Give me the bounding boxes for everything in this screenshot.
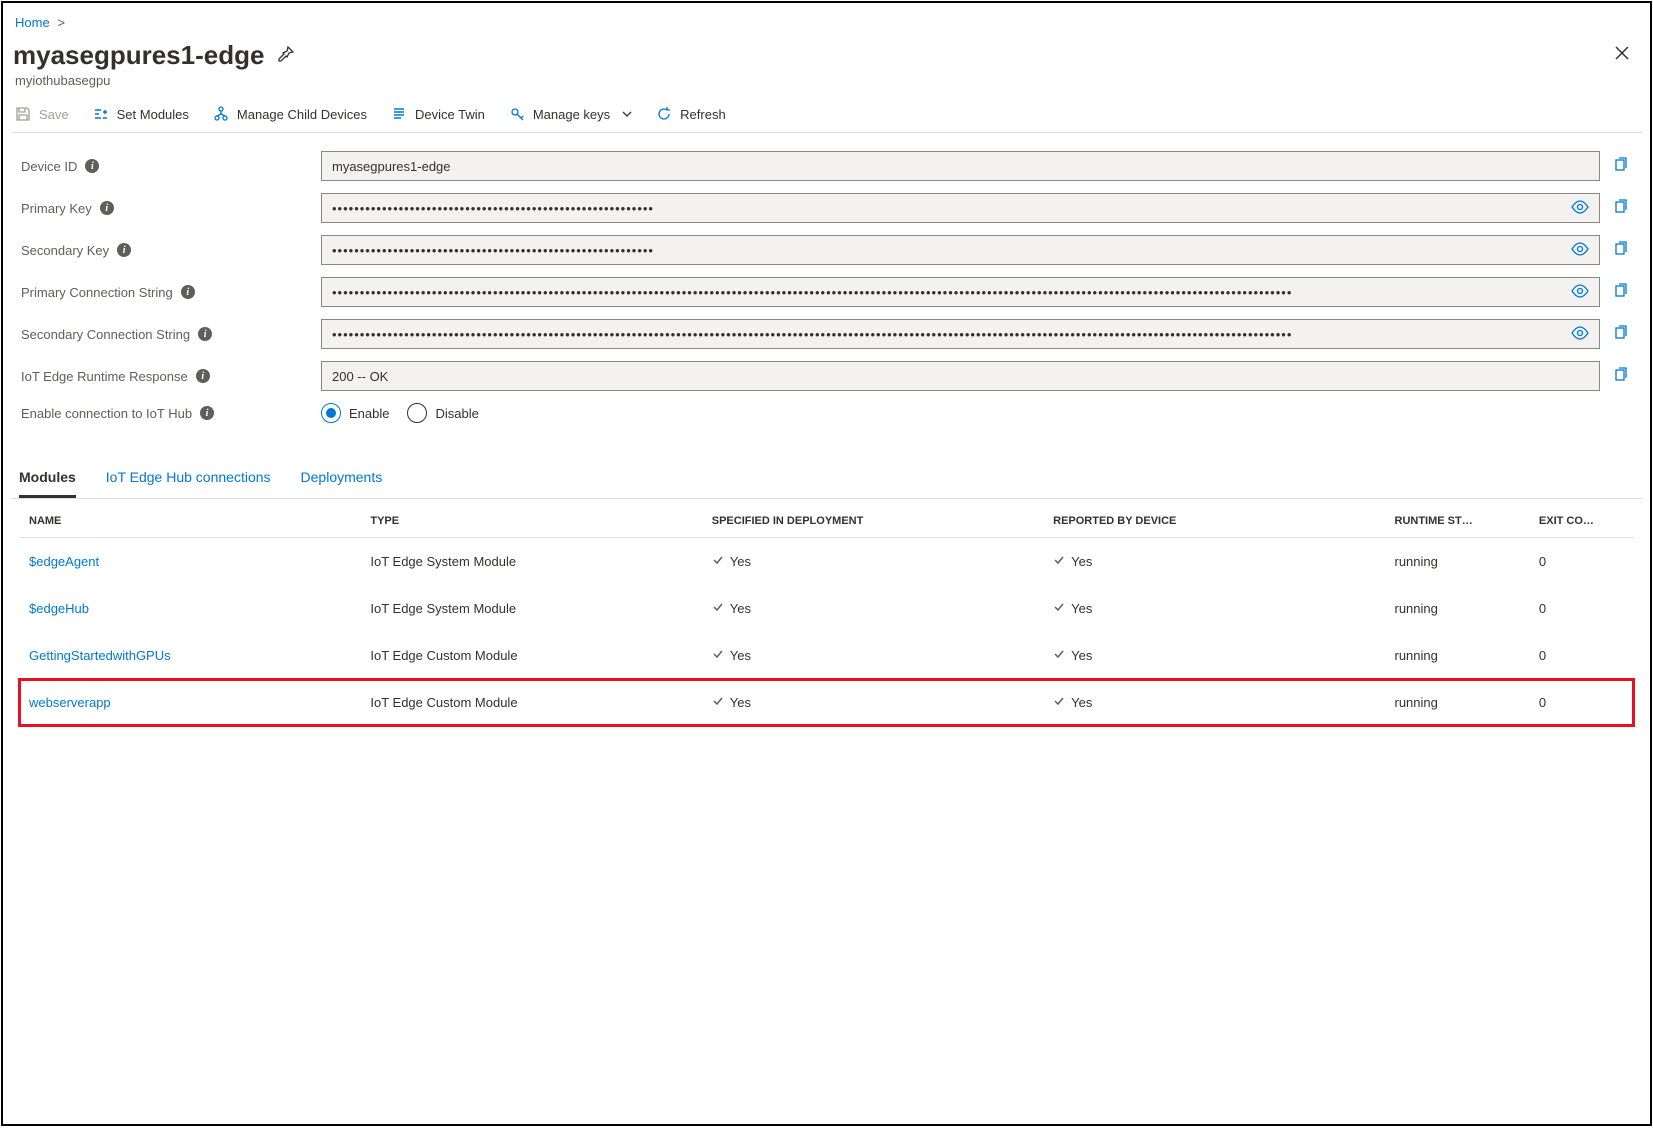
col-exit[interactable]: EXIT CO… (1529, 499, 1634, 538)
check-icon (1053, 695, 1065, 710)
secondary-key-field[interactable]: ••••••••••••••••••••••••••••••••••••••••… (321, 235, 1600, 265)
module-runtime: running (1385, 679, 1529, 726)
enable-conn-label: Enable connection to IoT Hub i (21, 406, 321, 421)
module-type: IoT Edge Custom Module (360, 632, 701, 679)
module-reported: Yes (1043, 632, 1384, 679)
module-exit: 0 (1529, 538, 1634, 586)
secondary-conn-field[interactable]: ••••••••••••••••••••••••••••••••••••••••… (321, 319, 1600, 349)
module-runtime: running (1385, 585, 1529, 632)
module-specified: Yes (702, 585, 1043, 632)
module-type: IoT Edge Custom Module (360, 679, 701, 726)
tab-connections[interactable]: IoT Edge Hub connections (106, 469, 271, 498)
chevron-down-icon (622, 109, 632, 119)
check-icon (712, 601, 724, 616)
module-name-link[interactable]: $edgeHub (19, 585, 360, 632)
secondary-key-label: Secondary Key i (21, 243, 321, 258)
set-modules-button[interactable]: Set Modules (93, 106, 189, 122)
col-name[interactable]: NAME (19, 499, 360, 538)
module-exit: 0 (1529, 585, 1634, 632)
table-row: webserverappIoT Edge Custom Module Yes Y… (19, 679, 1634, 726)
runtime-response-label: IoT Edge Runtime Response i (21, 369, 321, 384)
copy-icon[interactable] (1610, 325, 1632, 344)
module-runtime: running (1385, 538, 1529, 586)
module-specified: Yes (702, 679, 1043, 726)
copy-icon[interactable] (1610, 367, 1632, 386)
col-specified[interactable]: SPECIFIED IN DEPLOYMENT (702, 499, 1043, 538)
module-reported: Yes (1043, 679, 1384, 726)
info-icon[interactable]: i (181, 285, 195, 299)
check-icon (1053, 554, 1065, 569)
info-icon[interactable]: i (85, 159, 99, 173)
module-reported: Yes (1043, 538, 1384, 586)
copy-icon[interactable] (1610, 157, 1632, 176)
table-row: $edgeHubIoT Edge System Module Yes Yesru… (19, 585, 1634, 632)
breadcrumb-home[interactable]: Home (15, 15, 50, 30)
table-row: $edgeAgentIoT Edge System Module Yes Yes… (19, 538, 1634, 586)
enable-radio[interactable]: Enable (321, 403, 389, 423)
primary-key-field[interactable]: ••••••••••••••••••••••••••••••••••••••••… (321, 193, 1600, 223)
module-runtime: running (1385, 632, 1529, 679)
info-icon[interactable]: i (100, 201, 114, 215)
primary-conn-field[interactable]: ••••••••••••••••••••••••••••••••••••••••… (321, 277, 1600, 307)
check-icon (1053, 648, 1065, 663)
info-icon[interactable]: i (196, 369, 210, 383)
module-type: IoT Edge System Module (360, 585, 701, 632)
check-icon (712, 695, 724, 710)
reveal-icon[interactable] (1571, 242, 1589, 259)
primary-key-label: Primary Key i (21, 201, 321, 216)
info-icon[interactable]: i (117, 243, 131, 257)
reveal-icon[interactable] (1571, 326, 1589, 343)
save-button: Save (15, 106, 69, 122)
device-id-label: Device ID i (21, 159, 321, 174)
chevron-right-icon: > (57, 15, 65, 30)
subtitle: myiothubasegpu (11, 71, 1642, 102)
check-icon (1053, 601, 1065, 616)
info-icon[interactable]: i (200, 406, 214, 420)
module-type: IoT Edge System Module (360, 538, 701, 586)
device-id-field[interactable]: myasegpures1-edge (321, 151, 1600, 181)
reveal-icon[interactable] (1571, 200, 1589, 217)
pin-icon[interactable] (278, 46, 294, 65)
manage-child-devices-button[interactable]: Manage Child Devices (213, 106, 367, 122)
manage-keys-button[interactable]: Manage keys (509, 106, 632, 122)
check-icon (712, 648, 724, 663)
copy-icon[interactable] (1610, 199, 1632, 218)
tab-deployments[interactable]: Deployments (301, 469, 383, 498)
module-reported: Yes (1043, 585, 1384, 632)
col-type[interactable]: TYPE (360, 499, 701, 538)
runtime-response-field[interactable]: 200 -- OK (321, 361, 1600, 391)
check-icon (712, 554, 724, 569)
module-name-link[interactable]: GettingStartedwithGPUs (19, 632, 360, 679)
col-runtime[interactable]: RUNTIME ST… (1385, 499, 1529, 538)
table-row: GettingStartedwithGPUsIoT Edge Custom Mo… (19, 632, 1634, 679)
module-name-link[interactable]: webserverapp (19, 679, 360, 726)
module-exit: 0 (1529, 679, 1634, 726)
reveal-icon[interactable] (1571, 284, 1589, 301)
device-twin-button[interactable]: Device Twin (391, 106, 485, 122)
refresh-button[interactable]: Refresh (656, 106, 726, 122)
toolbar: Save Set Modules Manage Child Devices De… (11, 102, 1642, 133)
module-specified: Yes (702, 632, 1043, 679)
tab-modules[interactable]: Modules (19, 469, 76, 498)
page-title: myasegpures1-edge (13, 40, 264, 71)
tabs: Modules IoT Edge Hub connections Deploym… (11, 435, 1642, 499)
module-specified: Yes (702, 538, 1043, 586)
disable-radio[interactable]: Disable (407, 403, 478, 423)
copy-icon[interactable] (1610, 283, 1632, 302)
close-icon[interactable] (1614, 44, 1630, 67)
modules-table: NAME TYPE SPECIFIED IN DEPLOYMENT REPORT… (19, 499, 1634, 726)
module-name-link[interactable]: $edgeAgent (19, 538, 360, 586)
info-icon[interactable]: i (198, 327, 212, 341)
col-reported[interactable]: REPORTED BY DEVICE (1043, 499, 1384, 538)
breadcrumb: Home > (11, 13, 1642, 34)
secondary-conn-label: Secondary Connection String i (21, 327, 321, 342)
module-exit: 0 (1529, 632, 1634, 679)
copy-icon[interactable] (1610, 241, 1632, 260)
primary-conn-label: Primary Connection String i (21, 285, 321, 300)
